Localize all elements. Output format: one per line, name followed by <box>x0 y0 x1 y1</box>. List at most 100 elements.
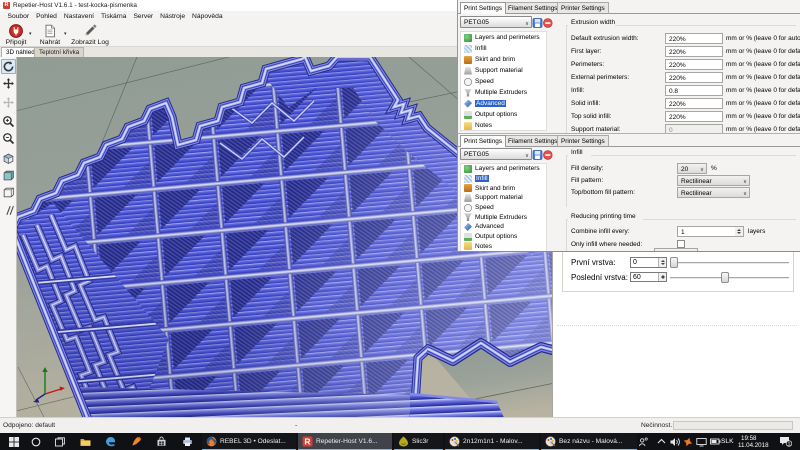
list-item-skirt[interactable]: Skirt and brim <box>461 183 546 193</box>
external-perimeters-width-input[interactable]: 220% <box>665 72 723 83</box>
load-dropdown-caret[interactable]: ▾ <box>64 31 67 37</box>
avast-browser-button[interactable] <box>128 433 145 450</box>
list-item-output[interactable]: Output options <box>461 232 546 242</box>
isometric-view-button[interactable] <box>1 151 16 166</box>
support-material-width-input[interactable]: 0 <box>665 124 723 134</box>
clipped-select[interactable]: ∨ <box>654 248 698 252</box>
infill-width-input[interactable]: 0.8 <box>665 85 723 96</box>
rotate-view-button[interactable] <box>1 59 16 74</box>
menu-nastroje[interactable]: Nástroje <box>157 13 189 20</box>
list-item-support[interactable]: Support material <box>461 193 546 203</box>
menu-nastaveni[interactable]: Nastavení <box>60 13 97 20</box>
list-item-speed[interactable]: Speed <box>461 76 546 87</box>
load-button[interactable]: Nahrát <box>36 24 64 46</box>
list-item-speed[interactable]: Speed <box>461 203 546 213</box>
printer-app-button[interactable] <box>179 433 196 450</box>
list-item-advanced[interactable]: Advanced <box>461 98 546 109</box>
value-text: Rectilinear <box>681 178 712 185</box>
taskbar-button-repetier[interactable]: R Repetier-Host V1.6... <box>298 433 392 450</box>
menu-server[interactable]: Server <box>130 13 157 20</box>
first-layer-input[interactable]: 0 <box>630 257 667 268</box>
top-bottom-pattern-select[interactable]: Rectilinear∨ <box>677 187 750 198</box>
list-item-infill[interactable]: Infill <box>461 43 546 54</box>
tray-battery-button[interactable] <box>708 433 722 450</box>
list-item-extruders[interactable]: Multiple Extruders <box>461 87 546 98</box>
start-button[interactable] <box>6 433 22 450</box>
list-item-skirt[interactable]: Skirt and brim <box>461 54 546 65</box>
first-layer-spinner[interactable] <box>658 258 666 267</box>
perimeters-width-input[interactable]: 220% <box>665 59 723 70</box>
list-item-extruders[interactable]: Multiple Extruders <box>461 212 546 222</box>
delete-preset-icon[interactable] <box>543 150 552 159</box>
menu-napoveda[interactable]: Nápověda <box>189 13 227 20</box>
tab-temperature-curve[interactable]: Teplotní křivka <box>34 47 84 57</box>
top-solid-infill-width-input[interactable]: 220% <box>665 111 723 122</box>
list-item-notes[interactable]: Notes <box>461 242 546 252</box>
save-preset-icon[interactable] <box>533 150 542 159</box>
delete-preset-icon[interactable] <box>543 18 552 27</box>
save-preset-icon[interactable] <box>533 18 542 27</box>
parallel-projection-button[interactable] <box>1 203 16 218</box>
menu-soubor[interactable]: Soubor <box>4 13 33 20</box>
edge-button[interactable] <box>102 433 119 450</box>
tray-people-button[interactable] <box>636 433 650 450</box>
list-item-infill[interactable]: Infill <box>461 174 546 184</box>
solid-infill-width-input[interactable]: 220% <box>665 98 723 109</box>
tab-filament-settings[interactable]: Filament Settings <box>504 2 561 14</box>
preset-select[interactable]: PETG05∨ <box>460 148 532 160</box>
tray-volume-button[interactable] <box>668 433 682 450</box>
list-item-layers[interactable]: Layers and perimeters <box>461 164 546 174</box>
taskbar-button-paint1[interactable]: 2n12m1n1 - Malov... <box>445 433 539 450</box>
preset-select[interactable]: PETG05∨ <box>460 16 532 28</box>
tab-printer-settings[interactable]: Printer Settings <box>557 135 609 147</box>
top-view-button[interactable] <box>1 185 16 200</box>
show-log-button[interactable]: Zobrazit Log <box>68 24 112 46</box>
top-bottom-pattern-label: Top/bottom fill pattern: <box>571 189 635 196</box>
taskbar-button-slic3r[interactable]: Slic3r <box>394 433 443 450</box>
move-viewpoint-button[interactable] <box>1 95 16 110</box>
zoom-out-button[interactable] <box>1 131 16 146</box>
list-item-layers[interactable]: Layers and perimeters <box>461 32 546 43</box>
search-button[interactable] <box>28 433 44 450</box>
tray-display-button[interactable] <box>694 433 708 450</box>
list-item-output[interactable]: Output options <box>461 109 546 120</box>
list-item-advanced[interactable]: Advanced <box>461 222 546 232</box>
move-object-button[interactable] <box>1 76 16 91</box>
list-item-notes[interactable]: Notes <box>461 120 546 131</box>
list-item-support[interactable]: Support material <box>461 65 546 76</box>
last-layer-input[interactable]: 60 <box>630 272 667 283</box>
first-layer-slider-thumb[interactable] <box>670 257 678 268</box>
taskbar-button-paint2[interactable]: Bez názvu - Malová... <box>541 433 637 450</box>
file-explorer-button[interactable] <box>77 433 94 450</box>
tab-print-settings[interactable]: Print Settings <box>460 2 506 14</box>
last-layer-slider-thumb[interactable] <box>721 272 729 283</box>
action-center-button[interactable]: 1 <box>776 433 794 450</box>
zoom-in-button[interactable] <box>1 114 16 129</box>
first-layer-width-input[interactable]: 220% <box>665 46 723 57</box>
combine-infill-spinner[interactable] <box>735 226 744 237</box>
default-extrusion-width-input[interactable]: 220% <box>665 33 723 44</box>
fill-pattern-select[interactable]: Rectilinear∨ <box>677 175 750 186</box>
language-indicator[interactable]: SLK <box>721 438 733 445</box>
combine-infill-input[interactable]: 1 <box>677 226 736 237</box>
first-layer-slider[interactable] <box>670 262 789 264</box>
clock-time[interactable]: 19:58 <box>741 435 756 442</box>
menu-pohled[interactable]: Pohled <box>33 13 61 20</box>
tab-print-settings[interactable]: Print Settings <box>460 135 506 147</box>
only-infill-checkbox[interactable] <box>677 240 685 248</box>
task-view-button[interactable] <box>52 433 68 450</box>
clock-date[interactable]: 11.04.2018 <box>738 442 769 449</box>
connect-dropdown-caret[interactable]: ▾ <box>29 31 32 37</box>
tray-expand-button[interactable] <box>655 433 668 450</box>
last-layer-slider[interactable] <box>670 277 789 279</box>
connect-button[interactable]: Připojit <box>2 24 30 46</box>
fill-density-select[interactable]: 20∨ <box>677 163 707 174</box>
taskbar-button-firefox[interactable]: REBEL 3D • Odeslat... <box>202 433 296 450</box>
menu-tiskarna[interactable]: Tiskárna <box>98 13 130 20</box>
last-layer-spinner[interactable] <box>658 273 666 282</box>
tab-printer-settings[interactable]: Printer Settings <box>557 2 609 14</box>
tray-avast-button[interactable] <box>681 433 694 450</box>
store-button[interactable] <box>153 433 170 450</box>
front-view-button[interactable] <box>1 168 16 183</box>
tab-filament-settings[interactable]: Filament Settings <box>504 135 561 147</box>
